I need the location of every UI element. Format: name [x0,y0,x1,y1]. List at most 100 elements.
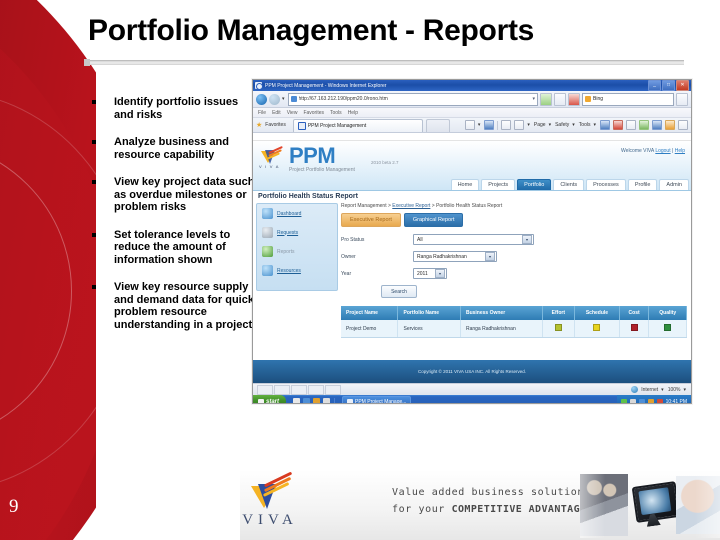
cell-schedule [574,320,620,338]
quick-launch-icon-4[interactable] [323,398,331,403]
address-chevron-down-icon[interactable]: ▾ [532,96,535,102]
addon-icon-1[interactable] [626,120,636,130]
quick-launch-icon-2[interactable] [303,398,311,403]
bullet-text: View key project data such as overdue mi… [114,176,255,213]
chevron-down-icon[interactable]: ▾ [485,252,495,261]
tray-clock[interactable]: 10:41 PM [666,399,687,404]
help-link[interactable]: Help [675,148,685,154]
nav-tab-clients[interactable]: Clients [553,179,585,190]
table-row[interactable]: Project Demo Services Ranga Radhakrishna… [341,320,687,338]
tray-icon-5[interactable] [656,398,663,403]
safety-chevron-down-icon[interactable]: ▾ [572,122,575,128]
address-bar[interactable]: http://67.163.212.190/ppm20.0/rono.htm ▾ [287,92,538,106]
print-chevron-down-icon[interactable]: ▾ [527,122,530,128]
compatibility-icon[interactable] [554,92,566,106]
menu-item-edit[interactable]: Edit [272,110,281,116]
column-header-quality[interactable]: Quality [648,306,687,320]
nav-tab-projects[interactable]: Projects [481,179,516,190]
home-chevron-down-icon[interactable]: ▾ [478,122,481,128]
back-icon[interactable] [256,93,267,105]
addon-icon-4[interactable] [665,120,675,130]
owner-select[interactable]: Ranga Radhakrishnan ▾ [413,251,497,262]
refresh-icon[interactable] [540,92,552,106]
tray-icon-3[interactable] [638,398,645,403]
graphical-report-button[interactable]: Graphical Report [403,213,464,227]
command-page[interactable]: Page [534,122,546,128]
close-button[interactable]: ✕ [676,80,689,91]
sidebar-item-dashboard[interactable]: Dashboard [257,204,337,223]
new-tab-button[interactable] [425,118,450,132]
quick-launch-icon-1[interactable] [293,398,301,403]
home-icon[interactable] [464,120,475,130]
menu-item-file[interactable]: File [258,110,266,116]
read-mail-icon[interactable] [501,120,512,130]
nav-tab-portfolio[interactable]: Portfolio [517,179,552,190]
maximize-button[interactable]: □ [662,80,675,91]
zone-chevron-down-icon[interactable]: ▾ [661,387,664,393]
bullet-list: Identify portfolio issues and risks Anal… [86,96,256,346]
forward-icon[interactable] [269,93,280,105]
zoom-chevron-down-icon[interactable]: ▾ [683,387,686,393]
ppm-body: Dashboard Requests Reports Resources Rep… [253,203,691,359]
sidebar-item-requests[interactable]: Requests [257,223,337,242]
history-chevron-down-icon[interactable]: ▾ [282,96,285,102]
search-input[interactable]: Bing [582,92,674,106]
sidebar-item-reports[interactable]: Reports [257,242,337,261]
nav-tab-admin[interactable]: Admin [659,179,689,190]
help-icon[interactable] [600,120,610,130]
sidebar-item-resources[interactable]: Resources [257,261,337,280]
status-badge-quality [664,324,672,331]
stop-icon[interactable] [568,92,580,106]
column-header-effort[interactable]: Effort [542,306,576,320]
left-decoration [0,0,96,540]
tray-icon-2[interactable] [629,398,636,403]
tools-chevron-down-icon[interactable]: ▾ [593,122,596,128]
chevron-down-icon[interactable]: ▾ [522,235,532,244]
column-header-schedule[interactable]: Schedule [574,306,620,320]
browser-menu-bar: File Edit View Favorites Tools Help [253,108,691,118]
welcome-text: Welcome VIVA [621,148,654,154]
start-button[interactable]: start [253,395,287,403]
tray-icon-1[interactable] [620,398,627,403]
menu-item-tools[interactable]: Tools [330,110,342,116]
list-item: Set tolerance levels to reduce the amoun… [86,229,256,267]
column-header-portfolio-name[interactable]: Portfolio Name [397,306,461,320]
taskbar-task-ppm[interactable]: PPM Project Manage... [342,395,412,403]
status-select[interactable]: All ▾ [413,234,534,245]
column-header-project-name[interactable]: Project Name [341,306,399,320]
menu-item-view[interactable]: View [287,110,298,116]
column-header-cost[interactable]: Cost [619,306,650,320]
addon-red-icon[interactable] [613,120,623,130]
addon-icon-2[interactable] [639,120,649,130]
feeds-icon[interactable] [484,120,495,130]
column-header-business-owner[interactable]: Business Owner [460,306,543,320]
breadcrumb-link-executive-report[interactable]: Executive Report [392,203,430,209]
nav-tab-profile[interactable]: Profile [627,179,658,190]
executive-report-button[interactable]: Executive Report [341,213,401,227]
minimize-button[interactable]: _ [648,80,661,91]
status-cells [257,384,341,395]
menu-item-help[interactable]: Help [348,110,358,116]
print-icon[interactable] [514,120,525,130]
year-select[interactable]: 2011 ▾ [413,268,447,279]
addon-icon-5[interactable] [678,120,688,130]
quick-launch-icon-3[interactable] [313,398,321,403]
page-chevron-down-icon[interactable]: ▾ [549,122,552,128]
command-tools[interactable]: Tools [579,122,591,128]
addon-icon-3[interactable] [652,120,662,130]
chevron-down-icon[interactable]: ▾ [435,269,445,278]
logout-link[interactable]: Logout [655,148,670,154]
status-zoom-label[interactable]: 100% [668,387,681,393]
nav-tab-processes[interactable]: Processes [586,179,626,190]
tray-icon-4[interactable] [647,398,654,403]
nav-tab-home[interactable]: Home [450,179,480,190]
command-safety[interactable]: Safety [555,122,569,128]
menu-item-favorites[interactable]: Favorites [303,110,324,116]
search-go-icon[interactable] [676,92,688,106]
favorites-label[interactable]: Favorites [265,122,286,128]
browser-tab[interactable]: PPM Project Management [292,118,423,132]
sidebar-item-label: Reports [277,248,295,255]
search-button[interactable]: Search [381,285,417,298]
requests-icon [262,227,273,238]
ppm-header: V I V A PPM Project Portfolio Management… [253,141,691,191]
